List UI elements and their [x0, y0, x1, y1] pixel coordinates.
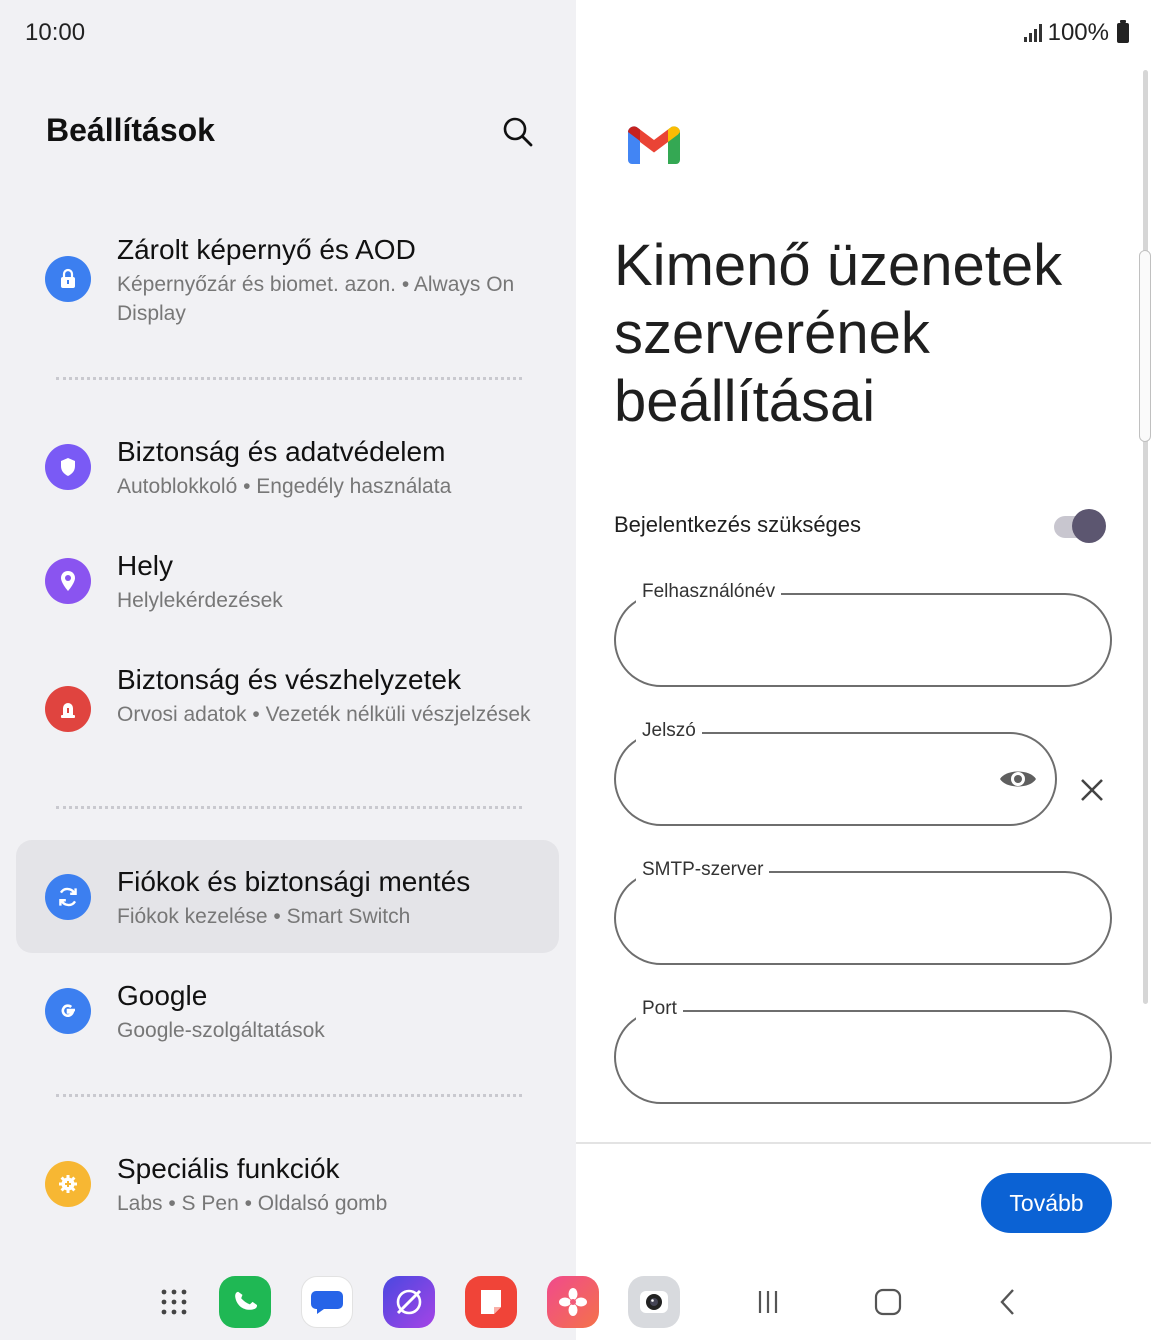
settings-item-advanced-features[interactable]: Speciális funkciók Labs • S Pen • Oldals…	[16, 1141, 559, 1227]
sync-icon	[45, 874, 91, 920]
close-icon	[1081, 779, 1103, 801]
settings-item-title: Zárolt képernyő és AOD	[117, 234, 416, 265]
port-label: Port	[636, 998, 683, 1020]
port-field[interactable]: Port	[614, 998, 1112, 1104]
status-indicators: 100%	[1023, 19, 1129, 47]
home-button[interactable]	[868, 1284, 908, 1320]
recents-icon	[758, 1291, 778, 1313]
login-required-toggle[interactable]	[1054, 509, 1106, 543]
clear-password-button[interactable]	[1078, 776, 1106, 804]
login-required-label: Bejelentkezés szükséges	[614, 512, 862, 537]
settings-item-subtitle: Képernyőzár és biomet. azon. • Always On…	[117, 273, 515, 325]
eye-icon	[1000, 771, 1036, 787]
messages-icon[interactable]	[301, 1276, 353, 1328]
settings-item-security-privacy[interactable]: Biztonság és adatvédelem Autoblokkoló • …	[16, 424, 559, 510]
settings-item-lock-screen[interactable]: Zárolt képernyő és AOD Képernyőzár és bi…	[16, 222, 559, 342]
password-input[interactable]	[640, 760, 992, 800]
search-button[interactable]	[498, 112, 538, 152]
settings-item-subtitle: Google-szolgáltatások	[117, 1019, 325, 1042]
divider	[56, 806, 522, 809]
gallery-icon[interactable]	[547, 1276, 599, 1328]
next-button[interactable]: Tovább	[981, 1173, 1112, 1233]
port-input[interactable]	[640, 1038, 1036, 1078]
divider	[56, 1094, 522, 1097]
location-pin-icon	[45, 558, 91, 604]
scrollbar[interactable]	[1143, 70, 1148, 1004]
settings-item-location[interactable]: Hely Helylekérdezések	[16, 538, 559, 624]
phone-icon[interactable]	[219, 1276, 271, 1328]
show-password-button[interactable]	[998, 764, 1038, 794]
internet-icon[interactable]	[383, 1276, 435, 1328]
search-icon	[503, 117, 533, 147]
settings-item-title: Biztonság és adatvédelem	[117, 436, 446, 467]
lock-icon	[45, 256, 91, 302]
settings-item-title: Speciális funkciók	[117, 1153, 340, 1184]
signal-icon	[1023, 24, 1042, 42]
home-icon	[874, 1288, 902, 1316]
battery-level: 100%	[1047, 19, 1109, 46]
taskbar	[0, 1262, 1151, 1340]
settings-item-subtitle: Fiókok kezelése • Smart Switch	[117, 905, 411, 928]
settings-item-subtitle: Helylekérdezések	[117, 589, 283, 612]
settings-item-subtitle: Autoblokkoló • Engedély használata	[117, 475, 452, 498]
smtp-server-field[interactable]: SMTP-szerver	[614, 859, 1112, 965]
back-button[interactable]	[988, 1284, 1028, 1320]
scroll-handle[interactable]	[1139, 250, 1151, 442]
settings-item-title: Fiókok és biztonsági mentés	[117, 866, 471, 897]
battery-icon	[1117, 20, 1129, 43]
settings-item-safety-emergency[interactable]: Biztonság és vészhelyzetek Orvosi adatok…	[16, 652, 559, 772]
gmail-logo-icon	[626, 122, 682, 166]
gear-plus-icon	[45, 1161, 91, 1207]
shield-icon	[45, 444, 91, 490]
username-input[interactable]	[640, 621, 1036, 661]
settings-item-title: Biztonság és vészhelyzetek	[117, 664, 461, 695]
smtp-server-label: SMTP-szerver	[636, 859, 770, 881]
back-icon	[1000, 1289, 1014, 1315]
settings-item-title: Google	[117, 980, 208, 1011]
page-heading: Kimenő üzenetek szerverének beállításai	[614, 233, 1063, 434]
username-field[interactable]: Felhasználónév	[614, 581, 1112, 687]
settings-item-google[interactable]: Google Google-szolgáltatások	[16, 968, 559, 1054]
status-time: 10:00	[25, 19, 86, 46]
divider	[56, 377, 522, 380]
password-label: Jelszó	[636, 720, 702, 742]
camera-icon[interactable]	[628, 1276, 680, 1328]
smtp-server-input[interactable]	[640, 899, 1036, 939]
settings-item-subtitle: Labs • S Pen • Oldalsó gomb	[117, 1192, 388, 1215]
page-title: Beállítások	[46, 112, 215, 148]
bottom-divider	[576, 1142, 1151, 1144]
apps-grid-icon[interactable]	[148, 1276, 200, 1328]
settings-item-title: Hely	[117, 550, 174, 581]
google-g-icon	[45, 988, 91, 1034]
username-label: Felhasználónév	[636, 581, 782, 603]
settings-item-subtitle: Orvosi adatok • Vezeték nélküli vészjelz…	[117, 703, 531, 726]
settings-item-accounts-backup[interactable]: Fiókok és biztonsági mentés Fiókok kezel…	[16, 840, 559, 953]
emergency-light-icon	[45, 686, 91, 732]
recents-button[interactable]	[748, 1284, 788, 1320]
password-field[interactable]: Jelszó	[614, 720, 1057, 826]
settings-pane: 10:00 Beállítások Zárolt képernyő és AOD…	[0, 0, 576, 1340]
notes-icon[interactable]	[465, 1276, 517, 1328]
